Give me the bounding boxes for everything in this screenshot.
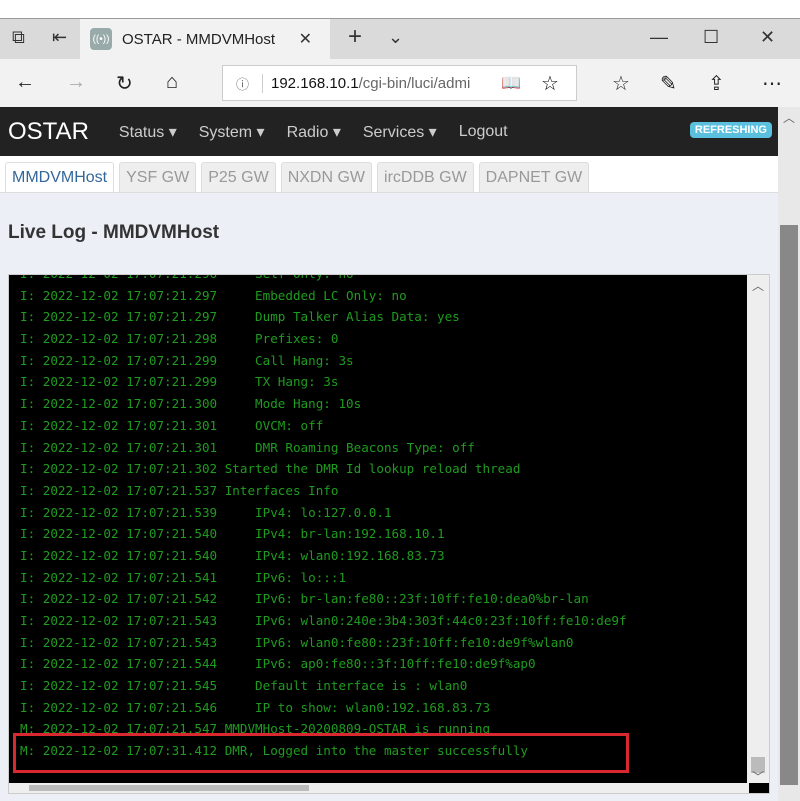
page-scroll-up-icon[interactable]: ︿	[783, 109, 795, 126]
site-favicon-icon: ((•))	[90, 28, 112, 50]
menu-radio[interactable]: Radio ▾	[287, 122, 341, 142]
log-vertical-scrollbar[interactable]: ︿ ﹀	[747, 275, 769, 785]
log-line: I: 2022-12-02 17:07:21.541 IPv6: lo:::1	[20, 569, 347, 585]
tab-title: OSTAR - MMDVMHost	[122, 30, 276, 48]
share-icon[interactable]: ⇪	[708, 71, 725, 96]
page-tabs: MMDVMHost YSF GW P25 GW NXDN GW ircDDB G…	[0, 156, 778, 193]
refreshing-badge[interactable]: REFRESHING	[689, 122, 772, 138]
tab-manager-icon[interactable]: ⧉	[12, 27, 25, 48]
tab-mmdvmhost[interactable]: MMDVMHost	[5, 162, 115, 192]
log-line: I: 2022-12-02 17:07:21.546 IP to show: w…	[20, 699, 491, 715]
log-hscroll-thumb[interactable]	[29, 785, 309, 791]
new-tab-icon[interactable]: +	[348, 23, 362, 51]
home-icon[interactable]: ⌂	[166, 71, 178, 94]
log-lines: I: 2022-12-02 17:07:21.296 Self Only: no…	[20, 275, 627, 762]
url-text[interactable]: 192.168.10.1/cgi-bin/luci/admi	[263, 75, 493, 92]
tab-ircddb-gw[interactable]: ircDDB GW	[377, 162, 474, 192]
log-line: I: 2022-12-02 17:07:21.543 IPv6: wlan0:2…	[20, 613, 627, 628]
log-line: I: 2022-12-02 17:07:21.544 IPv6: ap0:fe8…	[20, 656, 536, 672]
tab-ysf-gw[interactable]: YSF GW	[119, 162, 197, 192]
minimize-icon[interactable]: —	[650, 27, 668, 48]
browser-window: ⧉ ⇤ ((•)) OSTAR - MMDVMHost ✕ + ⌄ — ☐ ✕ …	[0, 18, 800, 801]
close-window-icon[interactable]: ✕	[760, 27, 775, 48]
menu-status[interactable]: Status ▾	[119, 122, 177, 142]
address-toolbar: ← → ↻ ⌂ ⓘ 192.168.10.1/cgi-bin/luci/admi…	[0, 59, 800, 107]
tab-dapnet-gw[interactable]: DAPNET GW	[478, 162, 590, 192]
web-page: OSTAR Status ▾ System ▾ Radio ▾ Services…	[0, 107, 778, 801]
pen-icon[interactable]: ✎	[660, 71, 677, 96]
highlight-box	[13, 733, 629, 773]
top-navbar: OSTAR Status ▾ System ▾ Radio ▾ Services…	[0, 107, 778, 156]
maximize-icon[interactable]: ☐	[703, 27, 719, 48]
page-scrollbar[interactable]: ︿	[778, 107, 800, 801]
menu-services[interactable]: Services ▾	[363, 122, 437, 142]
log-line: I: 2022-12-02 17:07:21.545 Default inter…	[20, 678, 468, 694]
reading-view-icon[interactable]: 📖	[501, 73, 521, 93]
forward-icon[interactable]: →	[66, 71, 86, 94]
set-aside-tabs-icon[interactable]: ⇤	[52, 27, 67, 48]
tab-p25-gw[interactable]: P25 GW	[201, 162, 276, 192]
log-line: I: 2022-12-02 17:07:21.543 IPv6: wlan0:f…	[20, 634, 574, 650]
log-line: I: 2022-12-02 17:07:21.540 IPv4: wlan0:1…	[20, 547, 445, 563]
brand-logo[interactable]: OSTAR	[8, 118, 89, 146]
log-line: I: 2022-12-02 17:07:21.299 Call Hang: 3s	[20, 352, 354, 368]
tab-bar: ⧉ ⇤ ((•)) OSTAR - MMDVMHost ✕ + ⌄ — ☐ ✕	[0, 19, 800, 59]
log-line: I: 2022-12-02 17:07:21.297 Dump Talker A…	[20, 309, 460, 325]
log-line: I: 2022-12-02 17:07:21.302 Started the D…	[20, 461, 521, 477]
log-line: I: 2022-12-02 17:07:21.540 IPv4: br-lan:…	[20, 526, 445, 542]
log-line: I: 2022-12-02 17:07:21.542 IPv6: br-lan:…	[20, 591, 589, 607]
address-bar[interactable]: ⓘ 192.168.10.1/cgi-bin/luci/admi 📖 ☆	[222, 65, 577, 101]
log-textarea[interactable]: I: 2022-12-02 17:07:21.296 Self Only: no…	[8, 274, 770, 794]
log-horizontal-scrollbar[interactable]	[9, 783, 749, 793]
close-tab-icon[interactable]: ✕	[299, 29, 312, 49]
log-line: I: 2022-12-02 17:07:21.299 TX Hang: 3s	[20, 374, 339, 390]
menu-logout[interactable]: Logout	[459, 123, 508, 141]
url-host: 192.168.10.1	[271, 74, 359, 92]
log-line: I: 2022-12-02 17:07:21.298 Prefixes: 0	[20, 331, 339, 347]
back-icon[interactable]: ←	[15, 71, 35, 94]
log-line: I: 2022-12-02 17:07:21.297 Embedded LC O…	[20, 287, 407, 303]
tab-nxdn-gw[interactable]: NXDN GW	[280, 162, 373, 192]
browser-tab[interactable]: ((•)) OSTAR - MMDVMHost ✕	[80, 19, 330, 59]
refresh-icon[interactable]: ↻	[116, 71, 133, 96]
log-line: I: 2022-12-02 17:07:21.301 DMR Roaming B…	[20, 439, 475, 455]
page-title: Live Log - MMDVMHost	[8, 222, 220, 243]
log-line: I: 2022-12-02 17:07:21.537 Interfaces In…	[20, 482, 339, 498]
log-line: I: 2022-12-02 17:07:21.296 Self Only: no	[20, 275, 627, 285]
scroll-up-icon[interactable]: ︿	[752, 277, 764, 294]
favorites-icon[interactable]: ☆	[612, 71, 630, 96]
log-line: I: 2022-12-02 17:07:21.539 IPv4: lo:127.…	[20, 504, 392, 520]
menu-system[interactable]: System ▾	[199, 122, 265, 142]
scroll-down-icon[interactable]: ﹀	[752, 768, 764, 785]
page-scroll-thumb[interactable]	[780, 225, 798, 785]
url-path: /cgi-bin/luci/admi	[358, 74, 471, 92]
log-line: I: 2022-12-02 17:07:21.301 OVCM: off	[20, 417, 324, 433]
tab-list-chevron-icon[interactable]: ⌄	[388, 27, 403, 48]
more-icon[interactable]: ⋯	[762, 71, 782, 96]
favorite-star-icon[interactable]: ☆	[541, 71, 559, 96]
log-line: I: 2022-12-02 17:07:21.300 Mode Hang: 10…	[20, 396, 362, 412]
site-info-icon[interactable]: ⓘ	[223, 73, 263, 93]
